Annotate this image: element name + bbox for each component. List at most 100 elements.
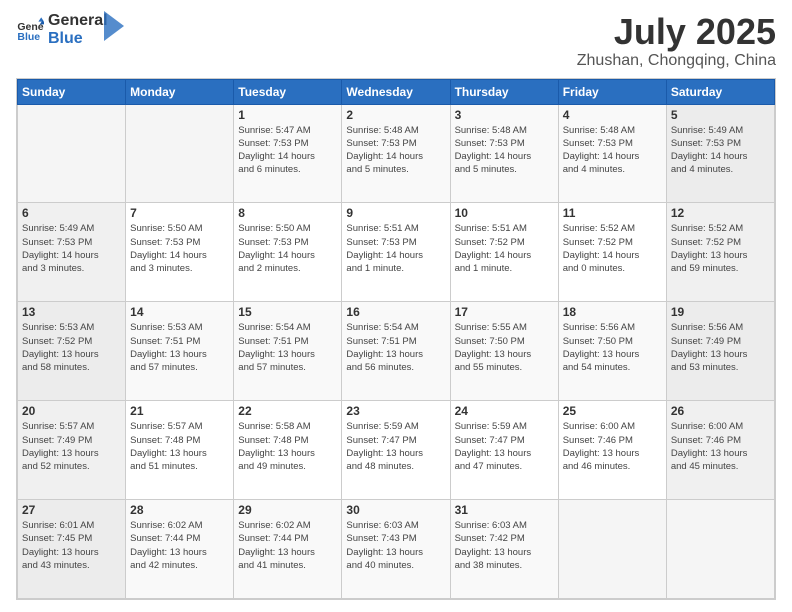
- day-number: 2: [346, 108, 445, 122]
- day-number: 10: [455, 206, 554, 220]
- day-info: Sunrise: 5:59 AM Sunset: 7:47 PM Dayligh…: [346, 420, 445, 473]
- day-info: Sunrise: 5:49 AM Sunset: 7:53 PM Dayligh…: [671, 124, 770, 177]
- calendar-cell: 20 Sunrise: 5:57 AM Sunset: 7:49 PM Dayli…: [18, 401, 126, 500]
- day-number: 6: [22, 206, 121, 220]
- calendar-cell: 26Sunrise: 6:00 AM Sunset: 7:46 PM Dayli…: [666, 401, 774, 500]
- calendar-cell: 4 Sunrise: 5:48 AM Sunset: 7:53 PM Daylig…: [558, 104, 666, 203]
- logo-arrow-icon: [104, 11, 124, 41]
- calendar-cell: 30 Sunrise: 6:03 AM Sunset: 7:43 PM Dayli…: [342, 500, 450, 599]
- day-info: Sunrise: 5:48 AM Sunset: 7:53 PM Dayligh…: [455, 124, 554, 177]
- calendar-cell: 10 Sunrise: 5:51 AM Sunset: 7:52 PM Dayli…: [450, 203, 558, 302]
- logo: General Blue General Blue: [16, 12, 124, 47]
- logo-icon: General Blue: [16, 16, 44, 44]
- day-info: Sunrise: 6:03 AM Sunset: 7:42 PM Dayligh…: [455, 519, 554, 572]
- logo-blue: Blue: [48, 30, 108, 48]
- day-info: Sunrise: 6:03 AM Sunset: 7:43 PM Dayligh…: [346, 519, 445, 572]
- day-number: 16: [346, 305, 445, 319]
- calendar-page: General Blue General Blue July 2025 Zhus…: [0, 0, 792, 612]
- logo-general: General: [48, 12, 108, 30]
- day-info: Sunrise: 6:02 AM Sunset: 7:44 PM Dayligh…: [130, 519, 229, 572]
- day-info: Sunrise: 5:50 AM Sunset: 7:53 PM Dayligh…: [130, 222, 229, 275]
- calendar-cell: 13 Sunrise: 5:53 AM Sunset: 7:52 PM Dayli…: [18, 302, 126, 401]
- calendar-cell: 15Sunrise: 5:54 AM Sunset: 7:51 PM Dayli…: [234, 302, 342, 401]
- calendar-cell: [18, 104, 126, 203]
- day-number: 12: [671, 206, 770, 220]
- day-number: 21: [130, 404, 229, 418]
- calendar-cell: 17 Sunrise: 5:55 AM Sunset: 7:50 PM Dayli…: [450, 302, 558, 401]
- day-info: Sunrise: 5:48 AM Sunset: 7:53 PM Dayligh…: [563, 124, 662, 177]
- calendar-cell: 11 Sunrise: 5:52 AM Sunset: 7:52 PM Dayli…: [558, 203, 666, 302]
- day-info: Sunrise: 6:01 AM Sunset: 7:45 PM Dayligh…: [22, 519, 121, 572]
- calendar-week-5: 27 Sunrise: 6:01 AM Sunset: 7:45 PM Dayli…: [18, 500, 775, 599]
- day-info: Sunrise: 5:57 AM Sunset: 7:49 PM Dayligh…: [22, 420, 121, 473]
- day-number: 1: [238, 108, 337, 122]
- calendar-cell: 7 Sunrise: 5:50 AM Sunset: 7:53 PM Daylig…: [126, 203, 234, 302]
- day-number: 8: [238, 206, 337, 220]
- day-info: Sunrise: 5:55 AM Sunset: 7:50 PM Dayligh…: [455, 321, 554, 374]
- day-number: 17: [455, 305, 554, 319]
- calendar-week-4: 20 Sunrise: 5:57 AM Sunset: 7:49 PM Dayli…: [18, 401, 775, 500]
- calendar-cell: 31 Sunrise: 6:03 AM Sunset: 7:42 PM Dayli…: [450, 500, 558, 599]
- title-block: July 2025 Zhushan, Chongqing, China: [577, 12, 776, 70]
- calendar: SundayMondayTuesdayWednesdayThursdayFrid…: [16, 78, 776, 600]
- day-number: 9: [346, 206, 445, 220]
- day-info: Sunrise: 5:54 AM Sunset: 7:51 PM Dayligh…: [346, 321, 445, 374]
- day-number: 20: [22, 404, 121, 418]
- calendar-body: 1 Sunrise: 5:47 AM Sunset: 7:53 PM Daylig…: [18, 104, 775, 598]
- calendar-cell: 19 Sunrise: 5:56 AM Sunset: 7:49 PM Dayli…: [666, 302, 774, 401]
- calendar-table: SundayMondayTuesdayWednesdayThursdayFrid…: [17, 79, 775, 599]
- day-info: Sunrise: 5:53 AM Sunset: 7:52 PM Dayligh…: [22, 321, 121, 374]
- day-number: 22: [238, 404, 337, 418]
- weekday-header-saturday: Saturday: [666, 79, 774, 104]
- calendar-week-3: 13 Sunrise: 5:53 AM Sunset: 7:52 PM Dayli…: [18, 302, 775, 401]
- day-number: 4: [563, 108, 662, 122]
- weekday-header-friday: Friday: [558, 79, 666, 104]
- weekday-header-sunday: Sunday: [18, 79, 126, 104]
- calendar-header: SundayMondayTuesdayWednesdayThursdayFrid…: [18, 79, 775, 104]
- day-info: Sunrise: 5:58 AM Sunset: 7:48 PM Dayligh…: [238, 420, 337, 473]
- calendar-cell: 2Sunrise: 5:48 AM Sunset: 7:53 PM Daylig…: [342, 104, 450, 203]
- day-info: Sunrise: 5:57 AM Sunset: 7:48 PM Dayligh…: [130, 420, 229, 473]
- weekday-header-monday: Monday: [126, 79, 234, 104]
- day-info: Sunrise: 6:02 AM Sunset: 7:44 PM Dayligh…: [238, 519, 337, 572]
- day-number: 19: [671, 305, 770, 319]
- weekday-header-wednesday: Wednesday: [342, 79, 450, 104]
- calendar-cell: 16 Sunrise: 5:54 AM Sunset: 7:51 PM Dayli…: [342, 302, 450, 401]
- day-info: Sunrise: 5:52 AM Sunset: 7:52 PM Dayligh…: [671, 222, 770, 275]
- day-info: Sunrise: 5:56 AM Sunset: 7:49 PM Dayligh…: [671, 321, 770, 374]
- day-number: 30: [346, 503, 445, 517]
- day-number: 11: [563, 206, 662, 220]
- calendar-cell: 1 Sunrise: 5:47 AM Sunset: 7:53 PM Daylig…: [234, 104, 342, 203]
- day-number: 27: [22, 503, 121, 517]
- calendar-cell: 21 Sunrise: 5:57 AM Sunset: 7:48 PM Dayli…: [126, 401, 234, 500]
- calendar-cell: 6 Sunrise: 5:49 AM Sunset: 7:53 PM Daylig…: [18, 203, 126, 302]
- calendar-week-2: 6 Sunrise: 5:49 AM Sunset: 7:53 PM Daylig…: [18, 203, 775, 302]
- day-number: 5: [671, 108, 770, 122]
- calendar-cell: 24 Sunrise: 5:59 AM Sunset: 7:47 PM Dayli…: [450, 401, 558, 500]
- day-info: Sunrise: 5:49 AM Sunset: 7:53 PM Dayligh…: [22, 222, 121, 275]
- day-number: 23: [346, 404, 445, 418]
- day-number: 13: [22, 305, 121, 319]
- location-title: Zhushan, Chongqing, China: [577, 52, 776, 70]
- day-info: Sunrise: 5:51 AM Sunset: 7:52 PM Dayligh…: [455, 222, 554, 275]
- calendar-cell: 22 Sunrise: 5:58 AM Sunset: 7:48 PM Dayli…: [234, 401, 342, 500]
- day-info: Sunrise: 5:47 AM Sunset: 7:53 PM Dayligh…: [238, 124, 337, 177]
- calendar-week-1: 1 Sunrise: 5:47 AM Sunset: 7:53 PM Daylig…: [18, 104, 775, 203]
- day-number: 3: [455, 108, 554, 122]
- month-title: July 2025: [577, 12, 776, 52]
- day-info: Sunrise: 5:54 AM Sunset: 7:51 PM Dayligh…: [238, 321, 337, 374]
- calendar-cell: 28Sunrise: 6:02 AM Sunset: 7:44 PM Dayli…: [126, 500, 234, 599]
- day-number: 7: [130, 206, 229, 220]
- calendar-cell: 3 Sunrise: 5:48 AM Sunset: 7:53 PM Daylig…: [450, 104, 558, 203]
- day-number: 24: [455, 404, 554, 418]
- day-info: Sunrise: 5:52 AM Sunset: 7:52 PM Dayligh…: [563, 222, 662, 275]
- calendar-cell: 23 Sunrise: 5:59 AM Sunset: 7:47 PM Dayli…: [342, 401, 450, 500]
- calendar-cell: 8Sunrise: 5:50 AM Sunset: 7:53 PM Daylig…: [234, 203, 342, 302]
- calendar-cell: [558, 500, 666, 599]
- day-info: Sunrise: 5:59 AM Sunset: 7:47 PM Dayligh…: [455, 420, 554, 473]
- weekday-header-tuesday: Tuesday: [234, 79, 342, 104]
- day-number: 25: [563, 404, 662, 418]
- day-number: 31: [455, 503, 554, 517]
- calendar-cell: 5 Sunrise: 5:49 AM Sunset: 7:53 PM Daylig…: [666, 104, 774, 203]
- svg-text:Blue: Blue: [17, 30, 40, 42]
